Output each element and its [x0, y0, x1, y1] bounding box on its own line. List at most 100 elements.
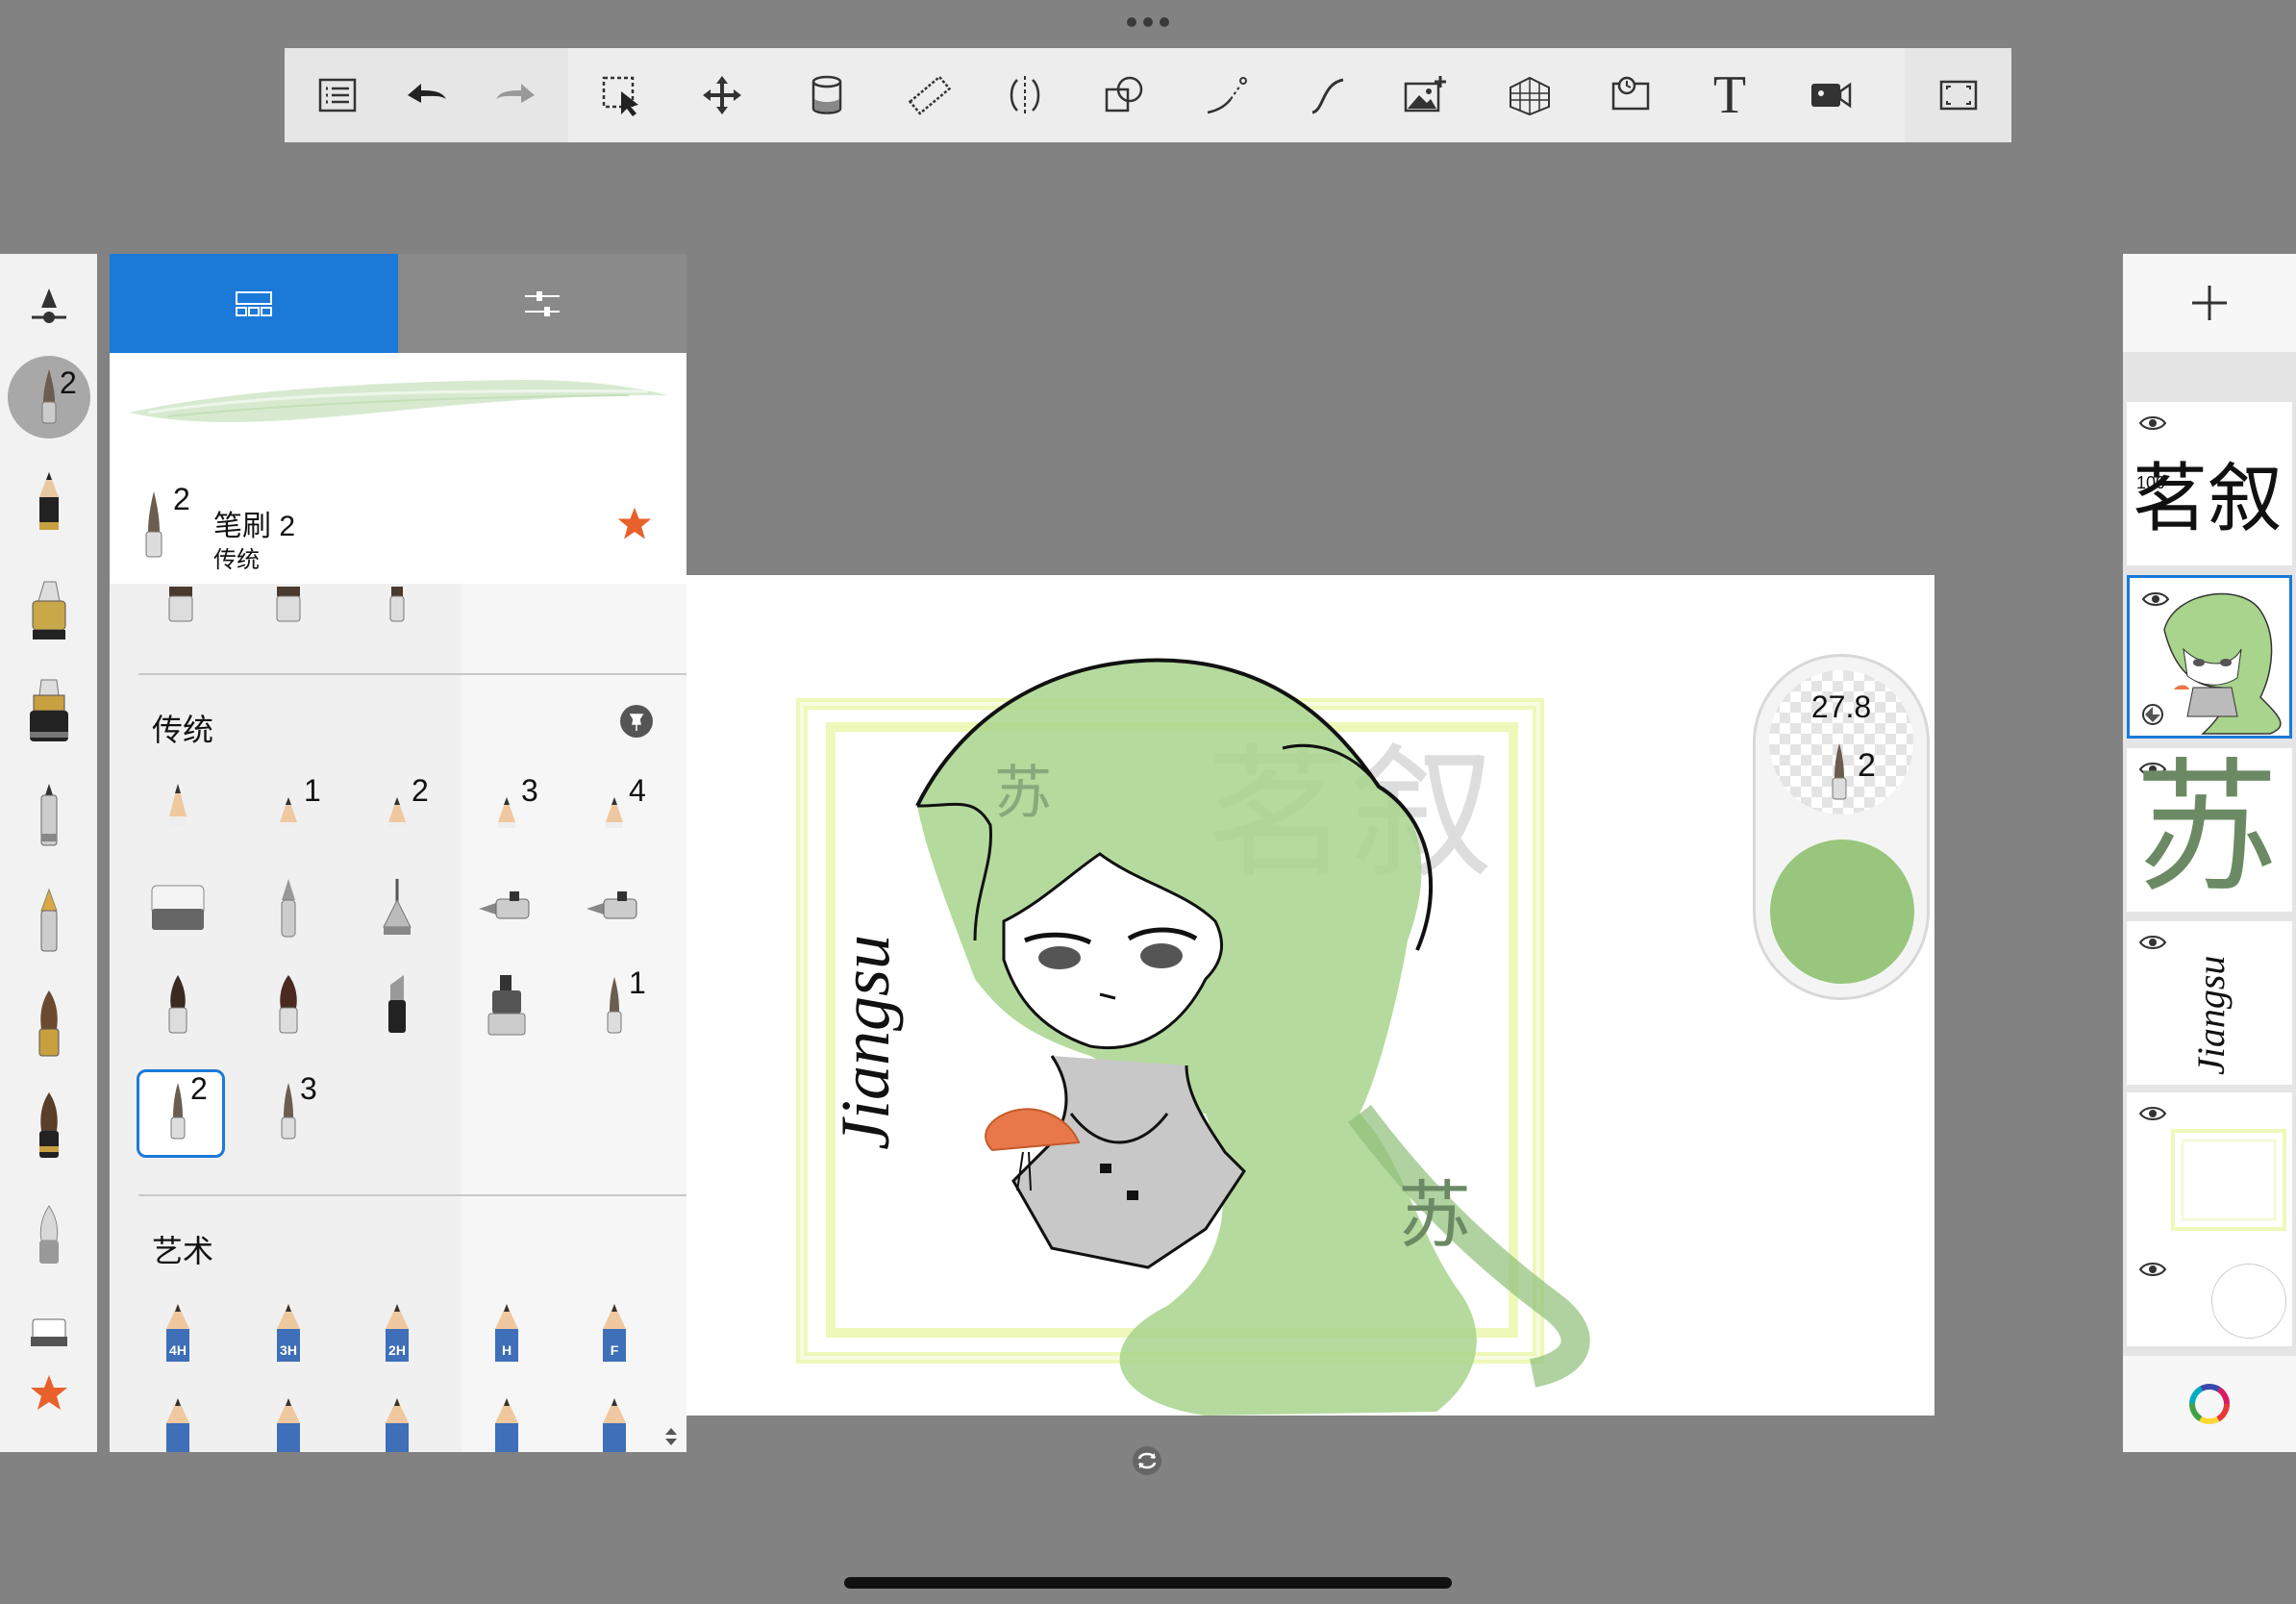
brush-technical-pen[interactable] [354, 865, 440, 952]
sliders-icon [525, 290, 560, 316]
brush-item[interactable] [354, 1394, 440, 1452]
brush-item[interactable] [137, 577, 224, 635]
brush-airbrush[interactable] [463, 865, 550, 952]
brush-thin-2[interactable] [135, 1067, 221, 1154]
section-title-traditional: 传统 [152, 713, 214, 747]
ballpoint-tool-icon[interactable] [0, 773, 97, 860]
brush-pen[interactable] [245, 865, 332, 952]
tab-brush-properties[interactable] [398, 254, 686, 353]
predictive-stroke-icon[interactable] [1198, 66, 1256, 124]
brush-dark-round-2[interactable] [245, 962, 332, 1048]
marker-tool-icon[interactable] [0, 567, 97, 654]
home-indicator[interactable] [844, 1577, 1452, 1589]
brush-library-icon [236, 290, 272, 316]
layers-panel: 茗叙 100 苏 Jiangsu [2123, 254, 2296, 1452]
list-icon[interactable] [309, 66, 366, 124]
eye-icon[interactable] [2138, 933, 2167, 952]
brush-stroke-preview [110, 353, 686, 459]
inking-pen-tool-icon[interactable] [0, 669, 97, 756]
multitasking-dots[interactable] [1127, 17, 1169, 29]
brush-library-panel: 2 笔刷 2 传统 传统 1 2 3 4 1 2 3 艺术 4H 3H 2H H… [110, 254, 686, 1452]
time-lapse-icon[interactable] [1602, 66, 1660, 124]
background-color-swatch[interactable] [2211, 1264, 2286, 1339]
redo-icon[interactable] [487, 66, 544, 124]
eye-icon[interactable] [2138, 1260, 2167, 1279]
brush-art-pencil-2h[interactable]: 2H [354, 1292, 440, 1379]
main-toolbar: T [285, 48, 2011, 142]
brush-item[interactable] [571, 1394, 658, 1452]
jiangsu-text: Jiangsu [827, 935, 904, 1150]
brush-art-pencil-4h[interactable]: 4H [135, 1292, 221, 1379]
brush-item[interactable] [354, 577, 440, 635]
video-icon[interactable] [1802, 66, 1859, 124]
ink-brush-tool-icon[interactable] [0, 1083, 97, 1169]
brush-item[interactable] [135, 1394, 221, 1452]
left-tool-strip: 2 [0, 254, 97, 1452]
brush-dark-round[interactable] [135, 962, 221, 1048]
brush-size-value: 27.8 [1810, 689, 1872, 724]
layer-frame[interactable] [2127, 1092, 2292, 1256]
eye-icon[interactable] [2138, 1104, 2167, 1123]
brush-item[interactable] [245, 577, 332, 635]
brush-puck-widget[interactable]: 27.8 2 [1753, 654, 1930, 1000]
pencil-tool-icon[interactable] [0, 460, 97, 546]
current-brush-category: 传统 [213, 547, 260, 573]
brush-size-opacity-icon[interactable] [0, 263, 97, 350]
sketch-su-mark: 苏 [994, 760, 1052, 827]
su-text: 苏 [1398, 1172, 1471, 1258]
eye-icon[interactable] [2138, 414, 2167, 433]
layer-su[interactable]: 苏 [2127, 748, 2292, 912]
brush-pencil[interactable] [135, 764, 221, 850]
brush-art-pencil-h[interactable]: H [463, 1292, 550, 1379]
add-image-icon[interactable] [1396, 66, 1454, 124]
paint-brush-tool-icon[interactable] [0, 981, 97, 1067]
pin-icon[interactable] [619, 704, 654, 739]
undo-icon[interactable] [398, 66, 456, 124]
brush-chisel-marker[interactable] [354, 962, 440, 1048]
rotate-canvas-icon[interactable] [1131, 1444, 1163, 1477]
section-title-art: 艺术 [152, 1234, 214, 1268]
brush-airbrush-2[interactable] [571, 865, 658, 952]
drawing-canvas[interactable]: 茗叙 Jiangsu 苏 苏 [686, 575, 1934, 1416]
current-brush-thumbnail-icon [145, 491, 162, 558]
character-thumbnail [2163, 592, 2282, 735]
layer-mingxu[interactable]: 茗叙 100 [2127, 402, 2292, 565]
selection-icon[interactable] [592, 66, 650, 124]
layer-jiangsu[interactable]: Jiangsu [2127, 921, 2292, 1085]
steady-stroke-icon[interactable] [1299, 66, 1357, 124]
plus-icon [2192, 286, 2227, 320]
fullscreen-icon[interactable] [1930, 66, 1987, 124]
ruler-icon[interactable] [901, 66, 959, 124]
brush-thumbnail-icon [1832, 743, 1847, 800]
text-icon[interactable]: T [1701, 65, 1759, 125]
layer-background[interactable] [2127, 1248, 2292, 1346]
brush-eraser[interactable] [135, 865, 221, 952]
brush-art-pencil-3h[interactable]: 3H [245, 1292, 332, 1379]
fountain-pen-tool-icon[interactable] [0, 879, 97, 965]
color-editor-button[interactable] [2123, 1356, 2296, 1452]
move-icon[interactable] [693, 66, 751, 124]
shapes-icon[interactable] [1095, 66, 1153, 124]
layer-character[interactable] [2127, 575, 2292, 739]
tab-brush-library[interactable] [110, 254, 398, 353]
color-puck[interactable] [1770, 840, 1914, 984]
panel-resize-handle-icon[interactable] [661, 1425, 681, 1448]
layer-mask-icon [2142, 704, 2163, 725]
brush-item[interactable] [463, 1394, 550, 1452]
brush-thin-3[interactable] [245, 1067, 332, 1154]
current-brush-header: 2 [110, 459, 686, 584]
brush-art-pencil-f[interactable]: F [571, 1292, 658, 1379]
add-layer-button[interactable] [2123, 254, 2296, 352]
symmetry-icon[interactable] [996, 66, 1054, 124]
fill-bucket-icon[interactable] [798, 66, 856, 124]
current-brush-button[interactable]: 2 [0, 354, 97, 440]
favorites-star-icon[interactable] [0, 1350, 97, 1437]
favorite-star-icon[interactable] [615, 505, 654, 543]
soft-brush-tool-icon[interactable] [0, 1192, 97, 1279]
brush-marker[interactable] [463, 962, 550, 1048]
brush-size-control[interactable]: 27.8 2 [1769, 670, 1913, 815]
brush-item[interactable] [245, 1394, 332, 1452]
frame-thumbnail [2171, 1129, 2286, 1231]
perspective-grid-icon[interactable] [1501, 66, 1559, 124]
current-brush-name: 笔刷 2 [213, 511, 296, 542]
